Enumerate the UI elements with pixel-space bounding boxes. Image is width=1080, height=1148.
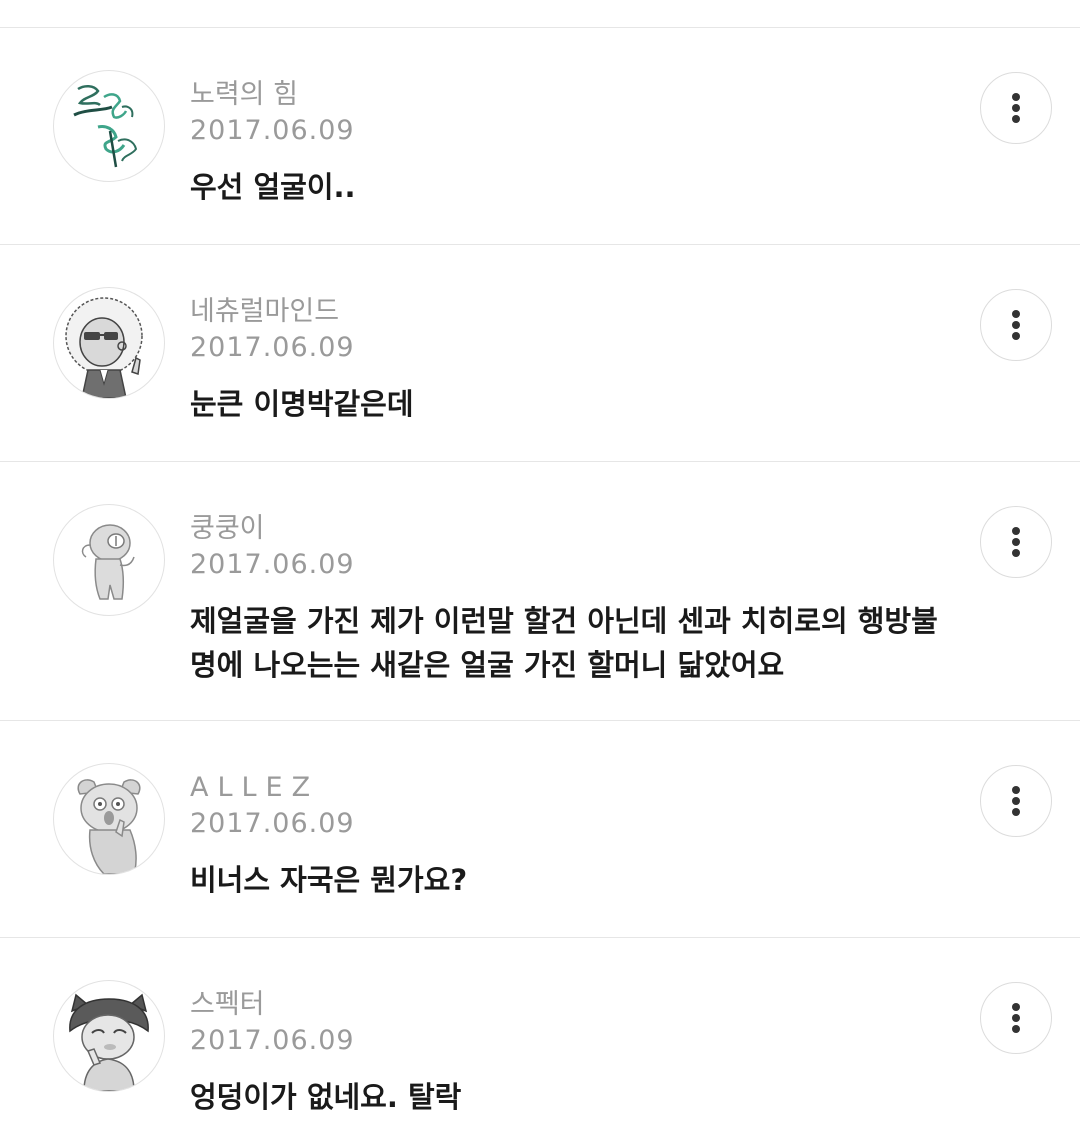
author-name[interactable]: 쿵쿵이	[190, 512, 265, 546]
comment-text: 엉덩이가 없네요. 탈락	[190, 1080, 462, 1114]
more-options-button[interactable]	[980, 506, 1052, 578]
comment-date: 2017.06.09	[190, 1025, 355, 1056]
comment-item: 노력의 힘 2017.06.09 우선 얼굴이..	[0, 28, 1080, 245]
comment-date: 2017.06.09	[190, 549, 355, 580]
comment-date: 2017.06.09	[190, 115, 355, 146]
dog-character-avatar[interactable]	[53, 763, 165, 875]
comment-item: 쿵쿵이 2017.06.09 제얼굴을 가진 제가 이런말 할건 아닌데 센과 …	[0, 462, 1080, 721]
calligraphy-avatar[interactable]	[53, 70, 165, 182]
comment-date: 2017.06.09	[190, 808, 355, 839]
comment-list: 노력의 힘 2017.06.09 우선 얼굴이.. 네츄럴마인드 2017.06…	[0, 28, 1080, 1148]
comment-date: 2017.06.09	[190, 332, 355, 363]
cyclops-character-avatar-image	[81, 524, 135, 600]
more-options-button[interactable]	[980, 289, 1052, 361]
more-options-button[interactable]	[980, 765, 1052, 837]
comment-item: 네츄럴마인드 2017.06.09 눈큰 이명박같은데	[0, 245, 1080, 462]
author-name[interactable]: 노력의 힘	[190, 78, 298, 112]
dog-character-avatar-image	[77, 779, 141, 874]
author-name[interactable]: 네츄럴마인드	[190, 295, 339, 329]
comment-text: 비너스 자국은 뭔가요?	[190, 863, 468, 897]
comment-text: 눈큰 이명박같은데	[190, 387, 414, 421]
afro-sunglasses-avatar[interactable]	[53, 287, 165, 399]
cat-girl-avatar-image	[69, 993, 149, 1091]
author-name[interactable]: 스펙터	[190, 988, 265, 1022]
afro-sunglasses-avatar-image	[65, 297, 143, 398]
calligraphy-avatar-image	[73, 85, 138, 168]
more-options-button[interactable]	[980, 72, 1052, 144]
author-name[interactable]: ALLEZ	[190, 771, 319, 805]
comment-item: ALLEZ 2017.06.09 비너스 자국은 뭔가요?	[0, 721, 1080, 938]
comment-text: 제얼굴을 가진 제가 이런말 할건 아닌데 센과 치히로의 행방불명에 나오는는…	[190, 604, 938, 682]
more-options-button[interactable]	[980, 982, 1052, 1054]
comment-item: 스펙터 2017.06.09 엉덩이가 없네요. 탈락	[0, 938, 1080, 1148]
cyclops-character-avatar[interactable]	[53, 504, 165, 616]
cat-girl-avatar[interactable]	[53, 980, 165, 1092]
comment-text: 우선 얼굴이..	[190, 170, 356, 204]
